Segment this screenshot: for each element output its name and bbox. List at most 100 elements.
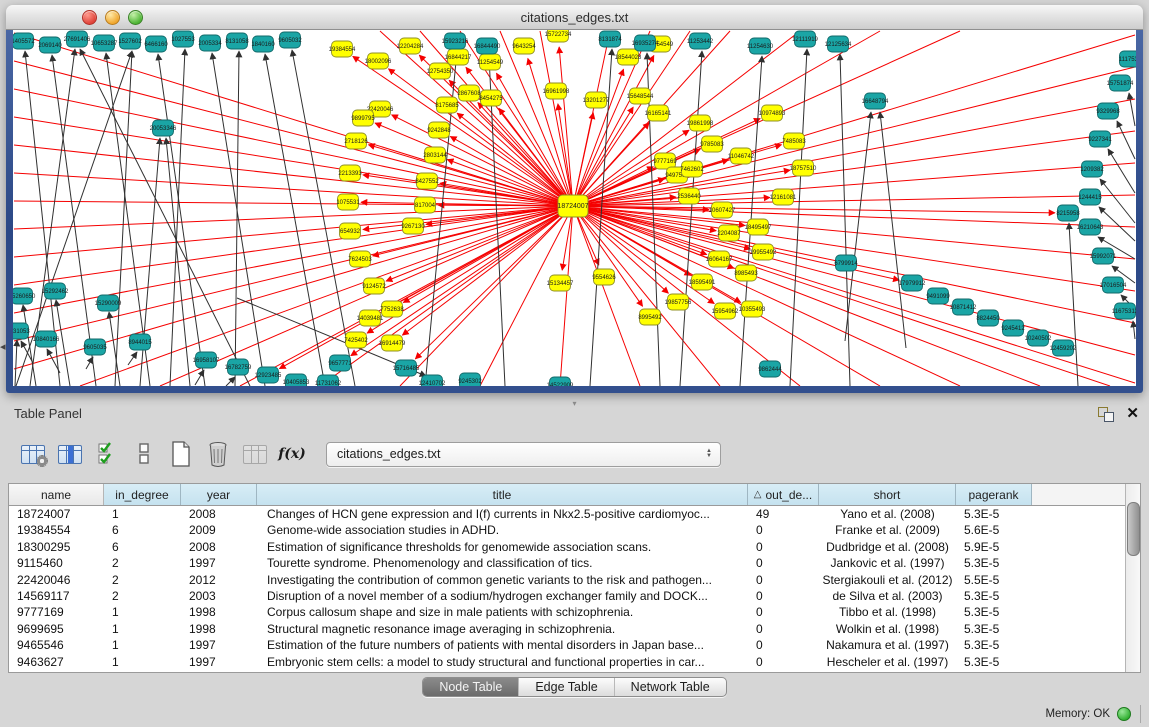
zoom-window-button[interactable] (128, 10, 143, 25)
graph-node-label: 15722734 (545, 32, 572, 38)
cell-name: 22420046 (9, 572, 104, 588)
cell-name: 9463627 (9, 654, 104, 670)
column-visibility-icon[interactable] (55, 438, 85, 470)
cell-year: 1998 (181, 604, 257, 620)
cell-year: 1997 (181, 654, 257, 670)
status-divider (1140, 705, 1141, 723)
graph-node-label: 7425402 (344, 338, 368, 344)
float-panel-icon[interactable] (1098, 407, 1114, 421)
table-row[interactable]: 946362711997Embryonic stem cells: a mode… (9, 654, 1140, 670)
cell-indeg: 1 (104, 637, 181, 653)
cell-short: de Silva et al. (2003) (819, 588, 956, 604)
cell-year: 1997 (181, 555, 257, 571)
scrollbar-thumb[interactable] (1127, 502, 1140, 556)
table-row[interactable]: 1872400712008Changes of HCN gene express… (9, 506, 1140, 522)
delete-column-icon[interactable] (203, 438, 233, 470)
graph-node-label: 10240502 (1025, 336, 1052, 342)
table-row[interactable]: 1830029562008Estimation of significance … (9, 539, 1140, 555)
table-selector[interactable]: citations_edges.txt ▲▼ (326, 442, 721, 467)
table-row[interactable]: 969969511998Structural magnetic resonanc… (9, 621, 1140, 637)
graph-edge (279, 206, 573, 369)
graph-node-label: 12125634 (825, 42, 852, 48)
function-builder-icon[interactable]: f(x) (277, 438, 307, 470)
graph-node-label: 1027553 (171, 37, 195, 43)
graph-edge (573, 206, 643, 306)
create-column-icon[interactable] (166, 438, 196, 470)
cell-indeg: 6 (104, 539, 181, 555)
cell-out: 0 (748, 572, 819, 588)
table-row[interactable]: 911546021997Tourette syndrome. Phenomeno… (9, 555, 1140, 571)
graph-node-label: 9554626 (592, 275, 616, 281)
cell-title: Estimation of significance thresholds fo… (257, 539, 748, 555)
cell-short: Jankovic et al. (1997) (819, 555, 956, 571)
table-row[interactable]: 2242004622012Investigating the contribut… (9, 572, 1140, 588)
table-header-row: namein_degreeyeartitle△out_de...shortpag… (9, 484, 1140, 506)
window-titlebar[interactable]: citations_edges.txt (6, 5, 1143, 30)
graph-node-label: 11254630 (747, 44, 774, 50)
tab-node-table[interactable]: Node Table (423, 678, 518, 696)
graph-node-label: 10974893 (759, 111, 786, 117)
graph-node-label: 10607427 (709, 208, 736, 214)
collapse-panel-arrow-icon[interactable]: ◂ (0, 340, 6, 353)
column-header-year[interactable]: year (181, 484, 257, 505)
table-tabs-row: Node TableEdge TableNetwork Table (0, 673, 1149, 700)
cell-pr: 5.9E-5 (956, 539, 1032, 555)
graph-node-label: 9227341 (1088, 137, 1112, 143)
network-canvas[interactable]: 1872400722420046989979527181262213393107… (13, 30, 1136, 386)
table-row[interactable]: 1938455462009Genome-wide association stu… (9, 522, 1140, 538)
graph-node-label: 10653287 (91, 41, 118, 47)
graph-node-label: 9491099 (926, 294, 950, 300)
graph-node-label: 15716485 (393, 366, 420, 372)
cell-indeg: 1 (104, 506, 181, 522)
graph-edge (573, 67, 1135, 206)
cell-year: 2003 (181, 588, 257, 604)
graph-node-label: 18002096 (365, 59, 392, 65)
column-header-pagerank[interactable]: pagerank (956, 484, 1032, 505)
graph-node-label: 9245412 (1001, 326, 1025, 332)
graph-node-label: 16914479 (379, 341, 406, 347)
graph-node-label: 27691406 (64, 37, 91, 43)
close-panel-icon[interactable]: ✕ (1126, 406, 1139, 421)
graph-edge (402, 206, 573, 335)
cell-year: 1997 (181, 637, 257, 653)
close-window-button[interactable] (82, 10, 97, 25)
graph-node-label: 2005334 (198, 41, 222, 47)
graph-node-label: 7624503 (348, 257, 372, 263)
graph-edge (14, 89, 573, 206)
graph-node-label: 16844217 (445, 55, 472, 61)
cell-name: 19384554 (9, 522, 104, 538)
cell-title: Disruption of a novel member of a sodium… (257, 588, 748, 604)
cell-pr: 5.3E-5 (956, 588, 1032, 604)
column-header-name[interactable]: name (9, 484, 104, 505)
table-row[interactable]: 946554611997Estimation of the future num… (9, 637, 1140, 653)
graph-node-label: 14522909 (547, 383, 574, 386)
cell-short: Dudbridge et al. (2008) (819, 539, 956, 555)
panel-splitter[interactable]: ▾ (0, 393, 1149, 401)
table-selector-value: citations_edges.txt (327, 447, 706, 461)
graph-node-label: 654932 (340, 229, 361, 235)
tab-edge-table[interactable]: Edge Table (518, 678, 613, 696)
clear-selection-icon[interactable] (129, 438, 159, 470)
column-header-short[interactable]: short (819, 484, 956, 505)
column-header-out_de[interactable]: △out_de... (748, 484, 819, 505)
graph-node-label: 17979912 (899, 281, 926, 287)
cell-name: 18300295 (9, 539, 104, 555)
minimize-window-button[interactable] (105, 10, 120, 25)
graph-node-label: 18757510 (790, 166, 817, 172)
cell-title: Tourette syndrome. Phenomenology and cla… (257, 555, 748, 571)
column-header-title[interactable]: title (257, 484, 748, 505)
tab-network-table[interactable]: Network Table (614, 678, 726, 696)
table-row[interactable]: 977716911998Corpus callosum shape and si… (9, 604, 1140, 620)
graph-node-label: 2213393 (338, 171, 362, 177)
cell-name: 14569117 (9, 588, 104, 604)
cell-pr: 5.3E-5 (956, 506, 1032, 522)
table-row[interactable]: 1456911722003Disruption of a novel membe… (9, 588, 1140, 604)
graph-node-label: 16935274 (632, 41, 659, 47)
table-settings-icon[interactable] (18, 438, 48, 470)
cell-pr: 5.3E-5 (956, 621, 1032, 637)
graph-node-label: 10405853 (283, 380, 310, 386)
cell-year: 2008 (181, 506, 257, 522)
vertical-scrollbar[interactable] (1125, 484, 1140, 672)
column-header-in_degree[interactable]: in_degree (104, 484, 181, 505)
select-all-icon[interactable] (92, 438, 122, 470)
